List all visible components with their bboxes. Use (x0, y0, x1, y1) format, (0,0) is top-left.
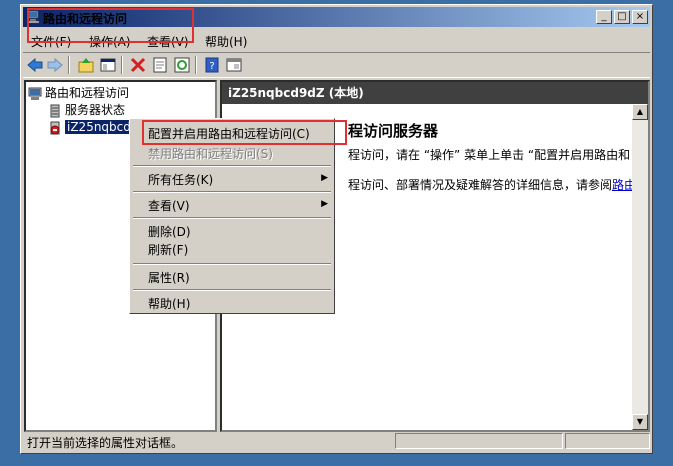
context-menu: 配置并启用路由和远程访问(C) 禁用路由和远程访问(S) 所有任务(K) ▶ 查… (129, 118, 335, 314)
scroll-down-icon[interactable]: ▼ (632, 414, 648, 430)
submenu-arrow-icon: ▶ (321, 199, 328, 209)
submenu-arrow-icon: ▶ (321, 173, 328, 183)
forward-icon[interactable] (46, 56, 64, 74)
console-icon[interactable] (225, 56, 243, 74)
server-console-icon (28, 87, 42, 100)
properties-icon[interactable] (151, 56, 169, 74)
server-stopped-icon (50, 121, 60, 134)
menu-item-refresh[interactable]: 刷新(F) (148, 241, 188, 258)
menu-help[interactable]: 帮助(H) (205, 33, 247, 50)
back-icon[interactable] (26, 56, 44, 74)
details-header: iZ25nqbcd9dZ (本地) (222, 82, 648, 104)
status-bar: 打开当前选择的属性对话框。 (23, 431, 650, 451)
tree-node-root[interactable]: 路由和远程访问 (28, 84, 129, 101)
details-line-2: 程访问、部署情况及疑难解答的详细信息，请参阅路由 (348, 178, 637, 192)
status-cell-3 (565, 433, 650, 449)
minimize-button[interactable]: _ (596, 10, 612, 24)
toolbar: ? (23, 52, 650, 78)
tree-status-label: 服务器状态 (65, 103, 126, 117)
details-title: 程访问服务器 (348, 122, 439, 140)
tree-root-label: 路由和远程访问 (45, 86, 130, 100)
svg-text:?: ? (209, 61, 214, 72)
server-status-icon (50, 104, 60, 117)
highlight-box-title (27, 8, 194, 43)
menu-item-all-tasks[interactable]: 所有任务(K) (148, 171, 213, 188)
up-icon[interactable] (77, 56, 95, 74)
highlight-box-configure (142, 120, 347, 145)
scroll-up-icon[interactable]: ▲ (632, 104, 648, 120)
status-cell-2 (395, 433, 563, 449)
help-icon[interactable]: ? (203, 56, 221, 74)
menu-item-help[interactable]: 帮助(H) (148, 295, 190, 312)
refresh-icon[interactable] (173, 56, 191, 74)
menu-item-delete[interactable]: 删除(D) (148, 223, 191, 240)
maximize-button[interactable]: □ (614, 10, 630, 24)
menu-item-disable: 禁用路由和远程访问(S) (148, 147, 273, 161)
status-text: 打开当前选择的属性对话框。 (27, 436, 184, 450)
vertical-scrollbar[interactable]: ▲ ▼ (632, 104, 648, 430)
close-button[interactable]: × (632, 10, 648, 24)
menu-item-properties[interactable]: 属性(R) (148, 269, 190, 286)
menu-item-view[interactable]: 查看(V) (148, 197, 190, 214)
details-line-1: 程访问，请在 “操作” 菜单上单击 “配置并启用路由和 (348, 148, 631, 162)
delete-icon[interactable] (129, 56, 147, 74)
show-hide-tree-icon[interactable] (99, 56, 117, 74)
main-window: 路由和远程访问 _ □ × 文件(F) 操作(A) 查看(V) 帮助(H) ? … (20, 4, 653, 454)
tree-node-status[interactable]: 服务器状态 (48, 101, 125, 118)
